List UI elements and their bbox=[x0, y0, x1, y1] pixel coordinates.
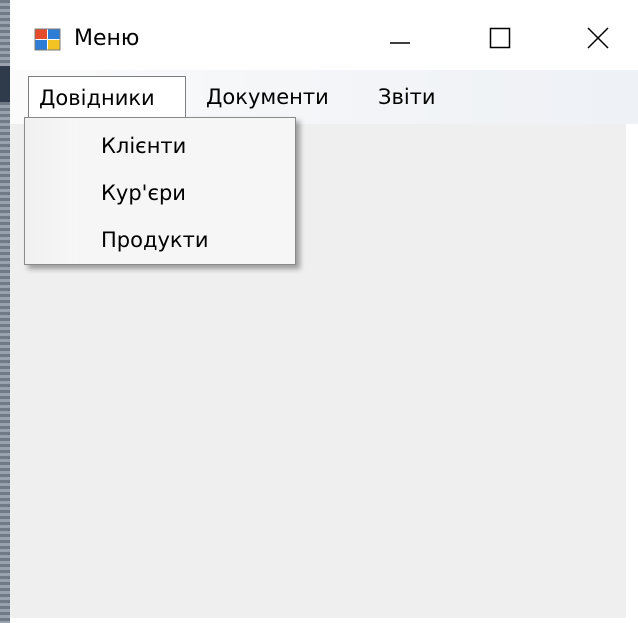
app-icon bbox=[34, 28, 61, 51]
dropdown-menu: Клієнти Кур'єри Продукти bbox=[24, 117, 296, 265]
maximize-button[interactable] bbox=[470, 14, 530, 62]
window-border-right bbox=[626, 124, 638, 623]
dropdown-item-couriers[interactable]: Кур'єри bbox=[101, 170, 186, 216]
app-window: Меню Довідники Документи Звіти Клієнти К… bbox=[10, 0, 638, 623]
background-window-dark-segment bbox=[0, 66, 10, 102]
close-icon bbox=[587, 27, 609, 49]
dropdown-item-products[interactable]: Продукти bbox=[101, 217, 208, 263]
menu-item-dokumenty[interactable]: Документи bbox=[196, 76, 339, 118]
title-bar[interactable]: Меню bbox=[10, 0, 638, 70]
menu-item-zvity[interactable]: Звіти bbox=[368, 76, 446, 118]
minimize-icon bbox=[390, 42, 410, 44]
window-title: Меню bbox=[74, 26, 140, 51]
menu-item-dovidnyky[interactable]: Довідники bbox=[28, 76, 186, 118]
dropdown-icon-gutter bbox=[25, 118, 77, 264]
background-window-edge bbox=[0, 0, 10, 623]
close-button[interactable] bbox=[568, 14, 628, 62]
window-border-bottom bbox=[10, 618, 638, 623]
minimize-button[interactable] bbox=[370, 14, 430, 62]
maximize-icon bbox=[489, 27, 511, 49]
dropdown-item-clients[interactable]: Клієнти bbox=[101, 123, 186, 169]
